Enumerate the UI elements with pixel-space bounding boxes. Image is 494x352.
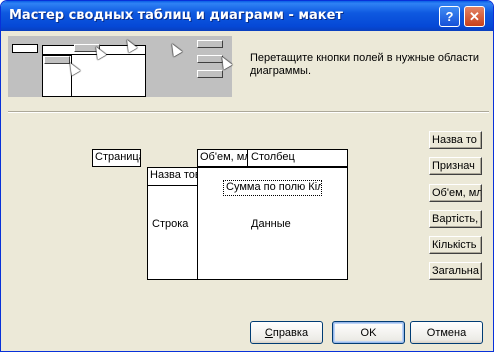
cancel-button-label: Отмена: [426, 326, 467, 339]
column-field-label: Об'ем, мл: [200, 151, 248, 163]
ok-button-label: OK: [360, 326, 377, 339]
field-button-quantity[interactable]: Кількість: [429, 236, 482, 254]
row-area-label: Строка: [152, 218, 189, 230]
page-area-label: Страница: [95, 151, 141, 163]
field-button-purpose[interactable]: Признач: [429, 157, 482, 175]
drag-drop-illustration: [8, 36, 233, 97]
close-icon[interactable]: ✕: [464, 6, 485, 27]
data-field-label: Сумма по полю Кіл: [226, 181, 322, 193]
row-field-button[interactable]: Назва тов: [147, 167, 198, 186]
instruction-text: Перетащите кнопки полей в нужные области…: [250, 52, 480, 77]
column-area-label: Столбец: [251, 151, 295, 163]
data-field-button[interactable]: Сумма по полю Кіл: [223, 180, 322, 196]
help-icon[interactable]: ?: [439, 6, 460, 27]
illustration-field-button-1: [197, 40, 223, 48]
illustration-row-button: [44, 56, 70, 64]
cancel-button[interactable]: Отмена: [410, 321, 483, 344]
field-button-product-name[interactable]: Назва то: [429, 131, 482, 149]
column-field-button[interactable]: Об'ем, мл: [197, 149, 248, 167]
field-button-total[interactable]: Загальна: [429, 262, 482, 280]
data-area-label: Данные: [251, 218, 291, 230]
separator: [8, 111, 489, 113]
window-title: Мастер сводных таблиц и диаграмм - макет: [9, 8, 343, 23]
title-bar[interactable]: Мастер сводных таблиц и диаграмм - макет…: [1, 1, 493, 31]
page-area[interactable]: Страница: [92, 149, 141, 167]
layout-wizard-dialog: Мастер сводных таблиц и диаграмм - макет…: [0, 0, 494, 352]
field-button-cost[interactable]: Вартість,: [429, 210, 482, 228]
cursor-icon: [167, 41, 183, 57]
illustration-page-area: [12, 44, 38, 53]
help-button-accelerator: С: [264, 326, 273, 339]
ok-button[interactable]: OK: [332, 321, 405, 344]
help-button-label: правка: [272, 326, 309, 339]
illustration-field-button-3: [197, 70, 223, 78]
help-button[interactable]: Справка: [250, 321, 323, 344]
row-field-label: Назва тов: [150, 169, 198, 181]
cursor-icon: [217, 54, 233, 70]
field-button-volume[interactable]: Об'ем, мл: [429, 184, 482, 202]
